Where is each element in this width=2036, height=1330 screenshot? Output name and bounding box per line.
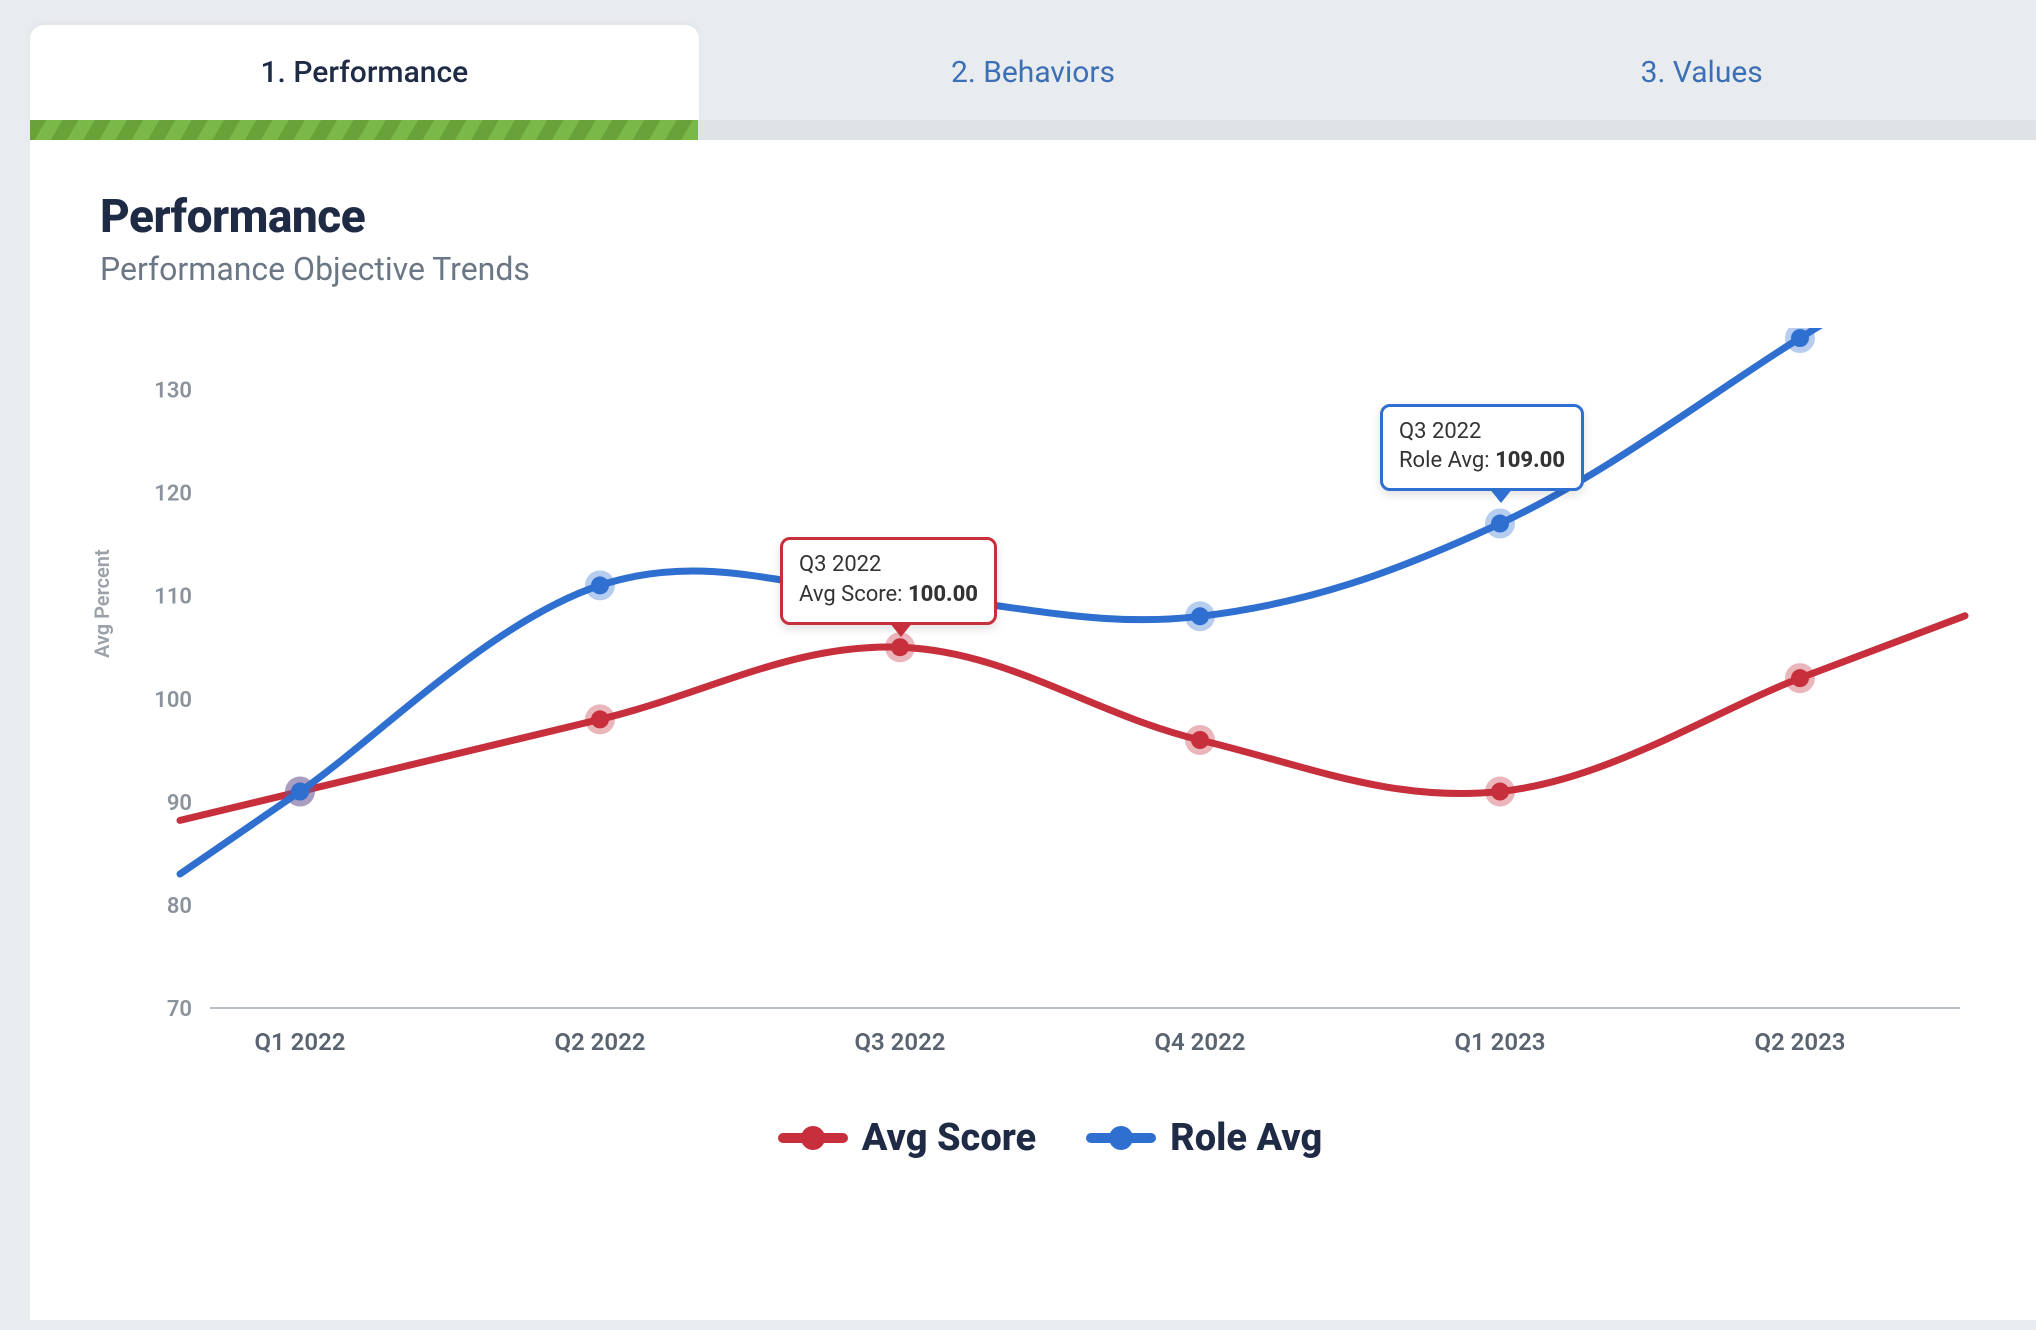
legend-label: Role Avg bbox=[1170, 1116, 1322, 1160]
progress-fill bbox=[30, 120, 698, 140]
legend-swatch-icon bbox=[1086, 1133, 1156, 1143]
page-subtitle: Performance Objective Trends bbox=[100, 250, 2000, 288]
svg-text:Q2 2022: Q2 2022 bbox=[554, 1028, 645, 1056]
svg-text:130: 130 bbox=[154, 379, 192, 404]
svg-text:80: 80 bbox=[167, 894, 192, 919]
tooltip-role-avg: Q3 2022 Role Avg: 109.00 bbox=[1380, 404, 1584, 491]
legend-item-avg-score[interactable]: Avg Score bbox=[778, 1116, 1036, 1160]
tooltip-label: Role Avg: bbox=[1399, 448, 1490, 473]
tooltip-line: Avg Score: 100.00 bbox=[799, 580, 978, 610]
svg-text:110: 110 bbox=[154, 585, 192, 610]
y-axis-label: Avg Percent bbox=[90, 549, 114, 658]
tooltip-line: Role Avg: 109.00 bbox=[1399, 446, 1565, 476]
page-title: Performance bbox=[100, 190, 2000, 244]
tooltip-tail-icon bbox=[1489, 488, 1513, 503]
svg-text:70: 70 bbox=[167, 997, 192, 1022]
tooltip-period: Q3 2022 bbox=[1399, 417, 1565, 447]
svg-text:100: 100 bbox=[154, 688, 192, 713]
tabs-bar: 1. Performance 2. Behaviors 3. Values bbox=[30, 20, 2036, 120]
tab-behaviors[interactable]: 2. Behaviors bbox=[699, 25, 1368, 120]
svg-text:Q2 2023: Q2 2023 bbox=[1754, 1028, 1845, 1056]
svg-text:120: 120 bbox=[154, 482, 192, 507]
tooltip-value: 109.00 bbox=[1495, 448, 1565, 473]
tooltip-avg-score: Q3 2022 Avg Score: 100.00 bbox=[780, 537, 997, 624]
tooltip-tail-icon bbox=[889, 622, 913, 637]
svg-text:Q1 2022: Q1 2022 bbox=[254, 1028, 345, 1056]
legend-item-role-avg[interactable]: Role Avg bbox=[1086, 1116, 1322, 1160]
svg-text:Q3 2022: Q3 2022 bbox=[854, 1028, 945, 1056]
tab-values[interactable]: 3. Values bbox=[1367, 25, 2036, 120]
legend-label: Avg Score bbox=[862, 1116, 1036, 1160]
content-panel: Performance Performance Objective Trends… bbox=[30, 140, 2036, 1320]
chart-legend: Avg Score Role Avg bbox=[100, 1116, 2000, 1160]
tooltip-label: Avg Score: bbox=[799, 582, 903, 607]
svg-text:Q1 2023: Q1 2023 bbox=[1454, 1028, 1545, 1056]
performance-chart: 708090100110120130Q1 2022Q2 2022Q3 2022Q… bbox=[100, 328, 1980, 1088]
chart-area: Avg Percent 708090100110120130Q1 2022Q2 … bbox=[100, 328, 2000, 1092]
svg-text:Q4 2022: Q4 2022 bbox=[1154, 1028, 1245, 1056]
tooltip-value: 100.00 bbox=[908, 582, 978, 607]
tooltip-period: Q3 2022 bbox=[799, 550, 978, 580]
svg-text:90: 90 bbox=[167, 791, 192, 816]
legend-swatch-icon bbox=[778, 1133, 848, 1143]
progress-bar bbox=[30, 120, 2036, 140]
tab-performance[interactable]: 1. Performance bbox=[30, 25, 699, 120]
